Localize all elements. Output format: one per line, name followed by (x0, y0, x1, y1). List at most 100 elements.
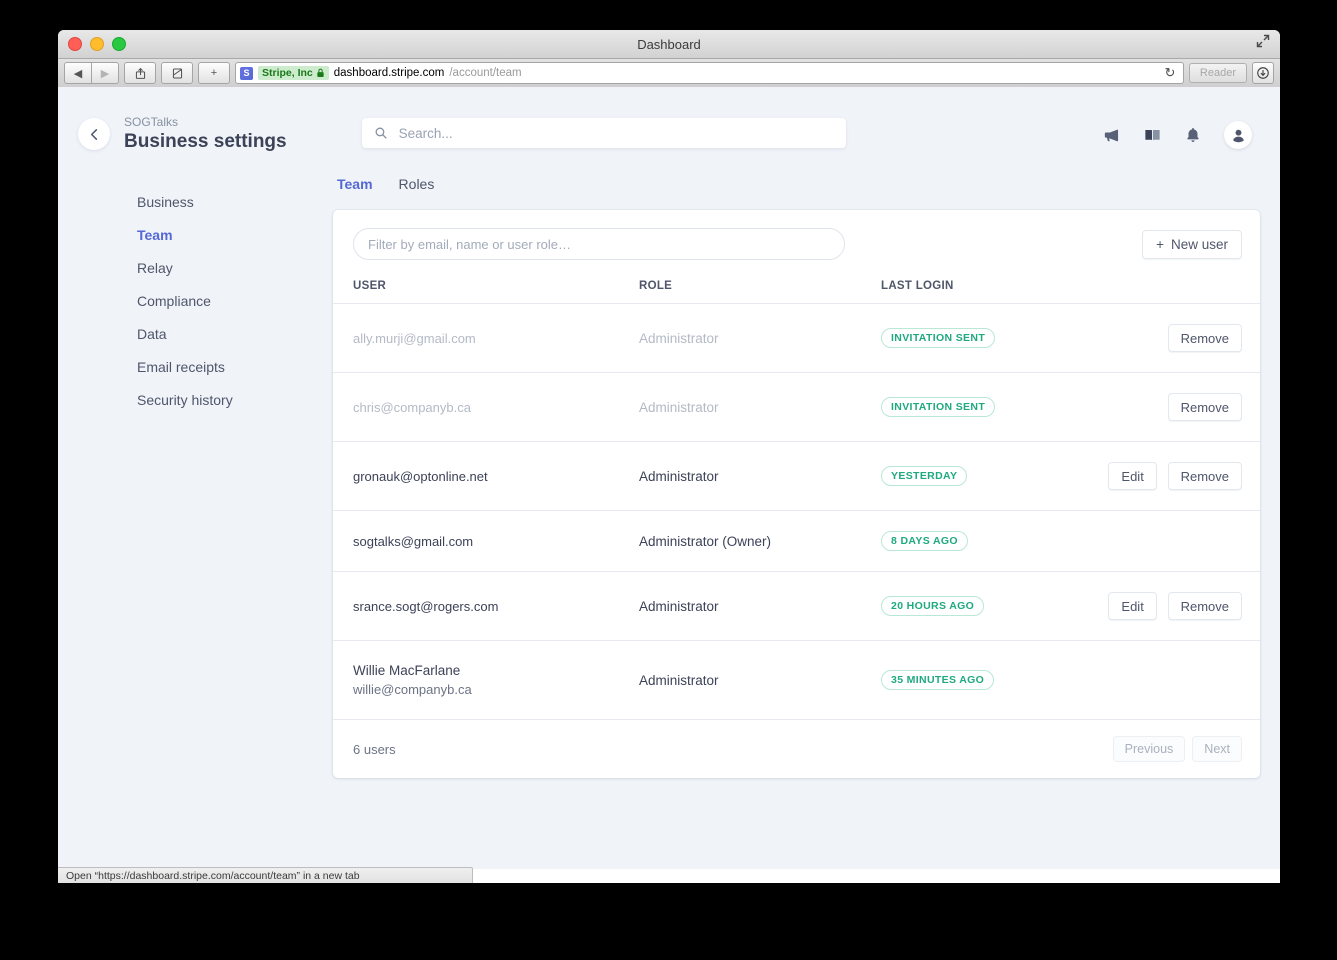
page-body: Business Team Relay Compliance Data Emai… (58, 154, 1280, 778)
card-toolbar: + New user (333, 210, 1260, 276)
url-path: /account/team (449, 67, 522, 79)
cell-role: Administrator (639, 640, 881, 720)
table-header-row: USER ROLE LAST LOGIN (333, 276, 1260, 304)
remove-button[interactable]: Remove (1167, 462, 1242, 490)
remove-button[interactable]: Remove (1167, 592, 1242, 620)
ev-certificate-badge: Stripe, Inc (258, 66, 329, 80)
status-badge: 8 DAYS AGO (881, 531, 968, 551)
user-email: ally.murji@gmail.com (353, 330, 476, 346)
user-email: chris@companyb.ca (353, 399, 471, 415)
window-title: Dashboard (637, 36, 701, 52)
content-tabs: Team Roles (333, 176, 1260, 192)
cell-last-login: 35 MINUTES AGO (881, 640, 1090, 720)
reader-button[interactable]: Reader (1188, 63, 1247, 83)
site-favicon: S (240, 66, 253, 80)
user-email: willie@companyb.ca (353, 682, 472, 697)
remove-button[interactable]: Remove (1167, 393, 1242, 421)
tab-team[interactable]: Team (337, 176, 373, 192)
new-tab-button[interactable]: + (198, 62, 230, 84)
cell-actions: Remove (1090, 372, 1260, 442)
previous-page-button[interactable]: Previous (1112, 736, 1186, 762)
cell-user: Willie MacFarlane willie@companyb.ca (333, 640, 639, 720)
downloads-icon[interactable] (1252, 62, 1274, 84)
share-icon[interactable] (124, 62, 156, 84)
traffic-lights (58, 37, 126, 51)
sidebar-item-team[interactable]: Team (78, 219, 333, 252)
breadcrumb: SOGTalks (124, 115, 179, 129)
settings-content: Team Roles + New user USE (333, 154, 1280, 778)
url-domain: dashboard.stripe.com (333, 67, 445, 79)
search-input[interactable] (396, 124, 834, 142)
reading-list-icon[interactable] (161, 62, 193, 84)
user-email: gronauk@optonline.net (353, 468, 488, 484)
edit-button[interactable]: Edit (1108, 462, 1157, 490)
cell-user: srance.sogt@rogers.com (333, 571, 639, 641)
tab-roles[interactable]: Roles (399, 176, 435, 192)
ev-certificate-label: Stripe, Inc (262, 67, 313, 79)
column-header-role: ROLE (639, 276, 881, 304)
pagination: Previous Next (1112, 736, 1242, 762)
cell-user: sogtalks@gmail.com (333, 510, 639, 572)
reload-icon[interactable]: ↻ (1161, 65, 1179, 81)
team-card: + New user USER ROLE LAST LOGIN (333, 210, 1260, 778)
status-badge: INVITATION SENT (881, 397, 996, 417)
back-to-dashboard-button[interactable] (78, 118, 110, 150)
user-email: srance.sogt@rogers.com (353, 598, 499, 614)
forward-button[interactable]: ▶ (92, 62, 119, 84)
table-body: ally.murji@gmail.com Administrator INVIT… (333, 303, 1260, 720)
table-row[interactable]: Willie MacFarlane willie@companyb.ca Adm… (333, 640, 1260, 720)
table-row[interactable]: srance.sogt@rogers.com Administrator 20 … (333, 571, 1260, 641)
close-window-button[interactable] (68, 37, 82, 51)
cell-actions: Remove (1090, 303, 1260, 373)
table-row[interactable]: sogtalks@gmail.com Administrator (Owner)… (333, 510, 1260, 572)
sidebar-item-compliance[interactable]: Compliance (78, 285, 333, 318)
card-footer: 6 users Previous Next (333, 720, 1260, 778)
next-page-button[interactable]: Next (1192, 736, 1242, 762)
nav-buttons: ◀ ▶ (64, 62, 119, 84)
zoom-window-button[interactable] (112, 37, 126, 51)
sidebar-item-relay[interactable]: Relay (78, 252, 333, 285)
cell-actions: Edit Remove (1090, 441, 1260, 511)
table-row[interactable]: ally.murji@gmail.com Administrator INVIT… (333, 303, 1260, 373)
cell-user: ally.murji@gmail.com (333, 303, 639, 373)
account-avatar[interactable] (1224, 121, 1252, 149)
edit-button[interactable]: Edit (1108, 592, 1157, 620)
sidebar-item-business[interactable]: Business (78, 186, 333, 219)
dashboard-header: SOGTalks Business settings (58, 87, 1280, 154)
status-badge: 35 MINUTES AGO (881, 670, 995, 690)
docs-icon[interactable] (1143, 126, 1162, 145)
new-user-button[interactable]: + New user (1142, 229, 1242, 259)
sidebar-item-security-history[interactable]: Security history (78, 384, 333, 417)
notifications-icon[interactable] (1184, 126, 1202, 144)
page-title: Business settings (124, 131, 287, 152)
user-count-label: 6 users (353, 741, 396, 757)
filter-input[interactable] (353, 228, 845, 260)
cell-last-login: INVITATION SENT (881, 372, 1090, 442)
address-bar[interactable]: S Stripe, Inc dashboard.stripe.com/accou… (235, 62, 1184, 84)
fullscreen-icon[interactable] (1254, 32, 1272, 50)
status-badge: YESTERDAY (881, 466, 968, 486)
cell-user: gronauk@optonline.net (333, 441, 639, 511)
column-header-user: USER (333, 276, 639, 304)
back-button[interactable]: ◀ (64, 62, 92, 84)
cell-role: Administrator (639, 571, 881, 641)
table-row[interactable]: chris@companyb.ca Administrator INVITATI… (333, 372, 1260, 442)
cell-role: Administrator (639, 372, 881, 442)
cell-last-login: 20 HOURS AGO (881, 571, 1090, 641)
column-header-last-login: LAST LOGIN (881, 276, 1090, 304)
status-badge: INVITATION SENT (881, 328, 996, 348)
cell-actions (1090, 510, 1260, 572)
header-icon-group (1102, 121, 1252, 149)
global-search[interactable] (361, 118, 846, 148)
header-titles: SOGTalks Business settings (124, 115, 287, 154)
announcements-icon[interactable] (1102, 126, 1121, 145)
sidebar-item-email-receipts[interactable]: Email receipts (78, 351, 333, 384)
minimize-window-button[interactable] (90, 37, 104, 51)
table-row[interactable]: gronauk@optonline.net Administrator YEST… (333, 441, 1260, 511)
remove-button[interactable]: Remove (1167, 324, 1242, 352)
arrow-left-icon (90, 128, 97, 140)
cell-role: Administrator (Owner) (639, 510, 881, 572)
new-user-label: New user (1170, 236, 1228, 252)
page-content: SOGTalks Business settings Search... Bus… (58, 87, 1280, 869)
sidebar-item-data[interactable]: Data (78, 318, 333, 351)
